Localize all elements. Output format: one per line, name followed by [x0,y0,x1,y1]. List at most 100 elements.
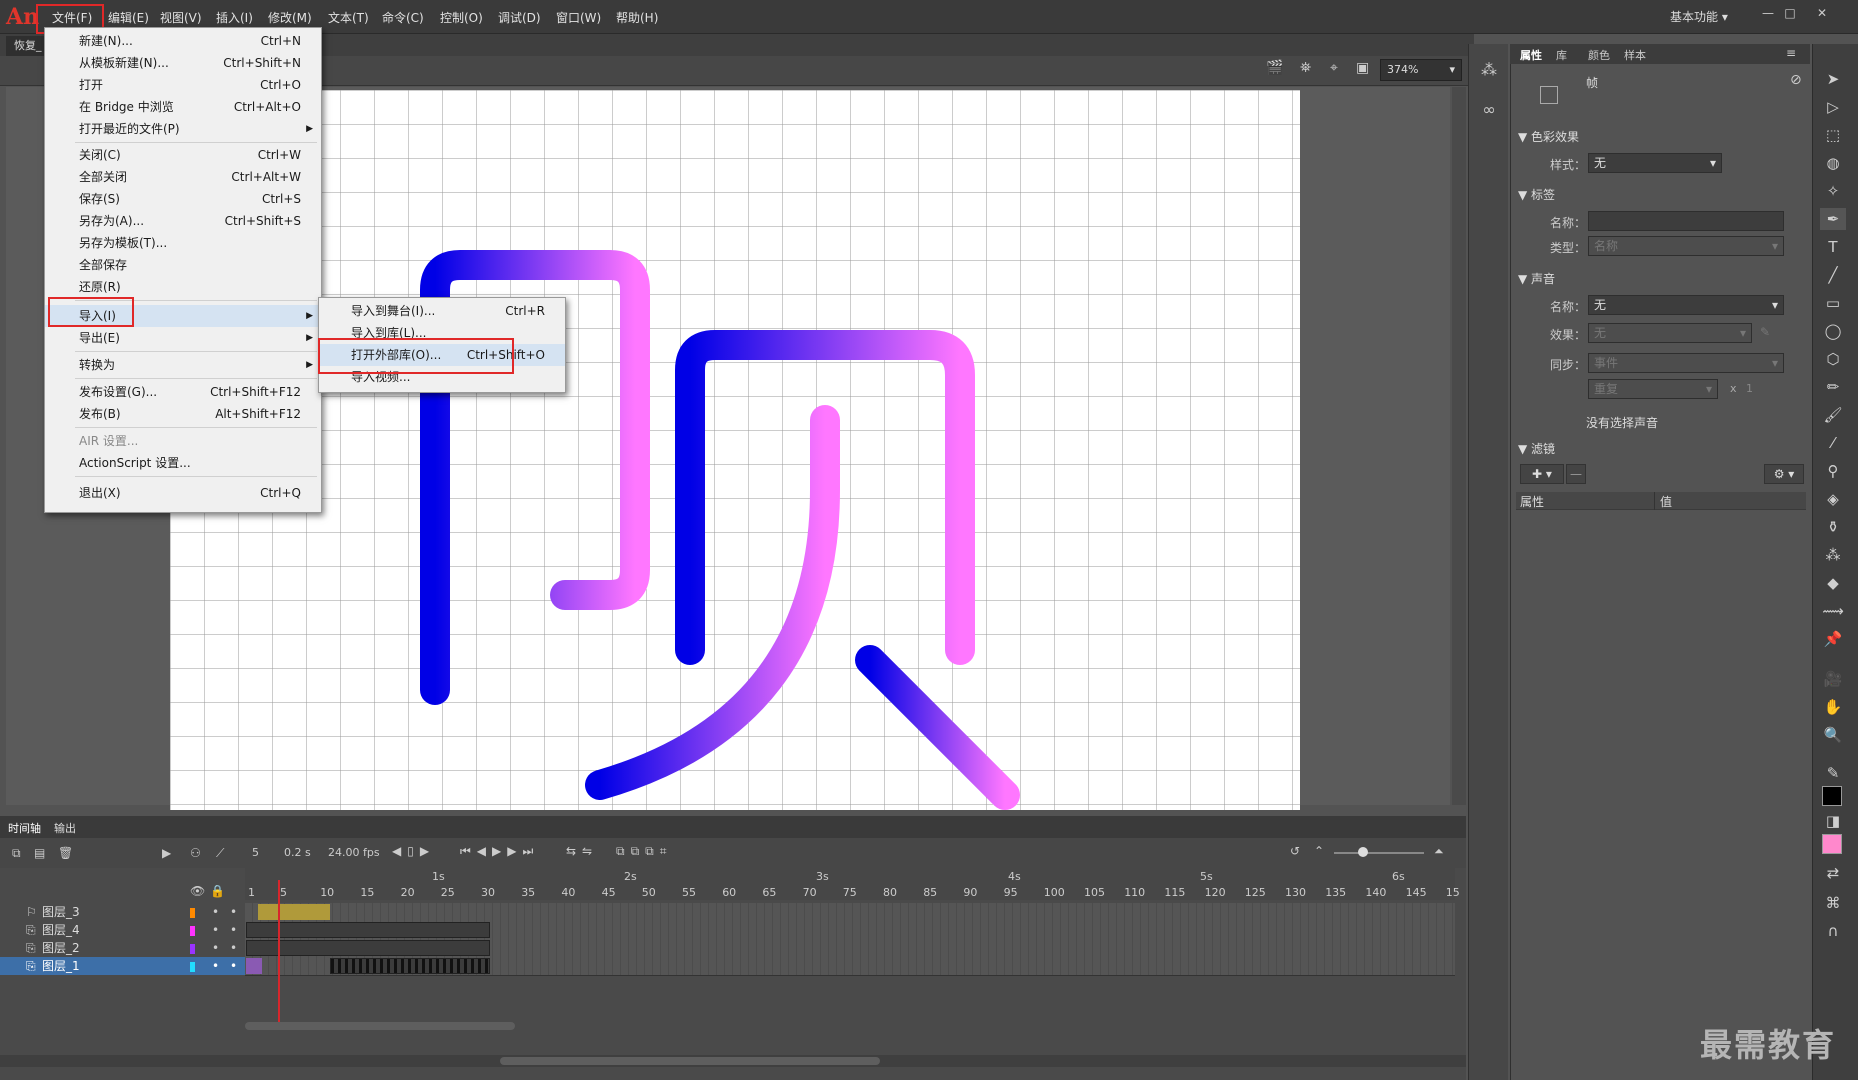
tab-properties[interactable]: 属性 [1520,47,1542,63]
layer-row[interactable]: ⎘ 图层_2 • • [0,939,245,957]
menu-item-browse-bridge[interactable]: 在 Bridge 中浏览 Ctrl+Alt+O [45,96,321,118]
layer-name[interactable]: 图层_4 [42,921,80,939]
remove-filter-button[interactable]: — [1566,464,1586,484]
menu-view[interactable]: 视图(V) [154,8,208,28]
menu-item-save[interactable]: 保存(S) Ctrl+S [45,188,321,210]
menu-item-close-all[interactable]: 全部关闭 Ctrl+Alt+W [45,166,321,188]
subselection-tool-icon[interactable]: ▷ [1820,96,1846,118]
eraser-tool-icon[interactable]: ◆ [1820,572,1846,594]
selection-tool-icon[interactable]: ➤ [1820,68,1846,90]
menu-item-publish-settings[interactable]: 发布设置(G)... Ctrl+Shift+F12 [45,381,321,403]
zoom-out-frames-icon[interactable]: ⌃ [1314,844,1324,858]
fill-color-swatch[interactable] [1822,834,1842,854]
add-filter-button[interactable]: ✚ ▾ [1520,464,1564,484]
menu-text[interactable]: 文本(T) [322,8,375,28]
snap-to-objects-icon[interactable]: ⌘ [1820,892,1846,914]
layer-parenting-icon[interactable]: ⚇ [190,846,201,860]
pen-tool-icon[interactable]: ✒ [1820,208,1846,230]
frame-name-input[interactable] [1588,211,1784,231]
current-frame[interactable]: 5 [252,846,259,859]
tab-output[interactable]: 输出 [54,820,76,836]
brush-tool-icon[interactable]: ⁄ [1820,432,1846,454]
section-label[interactable]: ▼ 标签 [1518,186,1555,203]
hand-tool-icon[interactable]: ✋ [1820,696,1846,718]
filter-options-button[interactable]: ⚙ ▾ [1764,464,1804,484]
frame-span[interactable] [246,940,490,956]
new-layer-icon[interactable]: ⧉ [12,846,21,861]
zoom-tool-icon[interactable]: 🔍 [1820,724,1846,746]
keyframes-span[interactable] [330,958,490,974]
frame-span[interactable] [246,922,490,938]
close-window-button[interactable]: ✕ [1810,4,1834,22]
center-stage-icon[interactable]: ⌖ [1330,60,1348,80]
camera-tool-icon[interactable]: 🎥 [1820,668,1846,690]
stage-h-scroll-thumb[interactable] [500,1057,880,1065]
paint-brush-tool-icon[interactable]: 🖌 [1820,404,1846,426]
new-folder-icon[interactable]: ▤ [34,846,45,860]
maximize-button[interactable]: □ [1778,4,1802,22]
tab-timeline[interactable]: 时间轴 [8,820,41,836]
clip-content-icon[interactable]: ▣ [1356,60,1374,80]
menu-item-import-to-stage[interactable]: 导入到舞台(I)... Ctrl+R [319,300,565,322]
menu-window[interactable]: 窗口(W) [550,8,607,28]
menu-item-open[interactable]: 打开 Ctrl+O [45,74,321,96]
paint-bucket-tool-icon[interactable]: ◈ [1820,488,1846,510]
menu-item-save-as-template[interactable]: 另存为模板(T)... [45,232,321,254]
sound-name-select[interactable]: 无 ▾ [1588,295,1784,315]
stroke-color-icon[interactable]: ✎ [1820,762,1846,784]
oval-tool-icon[interactable]: ◯ [1820,320,1846,342]
menu-item-new[interactable]: 新建(N)... Ctrl+N [45,30,321,52]
menu-commands[interactable]: 命令(C) [376,8,430,28]
menu-item-new-from-template[interactable]: 从模板新建(N)... Ctrl+Shift+N [45,52,321,74]
3d-rotation-tool-icon[interactable]: ◍ [1820,152,1846,174]
frame-zoom-slider[interactable] [1334,852,1424,854]
motion-presets-icon[interactable]: ⁂ [1478,60,1500,82]
swap-colors-icon[interactable]: ⇄ [1820,862,1846,884]
free-transform-tool-icon[interactable]: ⬚ [1820,124,1846,146]
keyframe-span[interactable] [246,958,262,974]
tab-library[interactable]: 库 [1556,47,1567,63]
show-hide-icon[interactable]: 👁 [190,884,205,898]
menu-help[interactable]: 帮助(H) [610,8,664,28]
cc-libraries-icon[interactable]: ∞ [1478,100,1500,122]
workspace-switcher[interactable]: 基本功能 ▾ [1670,8,1738,25]
menu-item-actionscript-settings[interactable]: ActionScript 设置... [45,452,321,474]
motion-tween-span[interactable] [258,904,330,920]
stage-canvas[interactable] [170,90,1300,810]
show-graph-icon[interactable]: ⟋ [216,846,224,861]
line-tool-icon[interactable]: ╱ [1820,264,1846,286]
pin-tool-icon[interactable]: 📌 [1820,628,1846,650]
clapper-icon[interactable]: 🎬 [1266,60,1284,80]
menu-item-export[interactable]: 导出(E) ▶ [45,327,321,349]
polystar-tool-icon[interactable]: ⬡ [1820,348,1846,370]
style-select[interactable]: 无 ▾ [1588,153,1722,173]
layer-row[interactable]: ⎘ 图层_4 • • [0,921,245,939]
section-sound[interactable]: ▼ 声音 [1518,270,1555,287]
menu-item-save-as[interactable]: 另存为(A)... Ctrl+Shift+S [45,210,321,232]
text-tool-icon[interactable]: T [1820,236,1846,258]
minimize-button[interactable]: — [1756,4,1780,22]
menu-item-exit[interactable]: 退出(X) Ctrl+Q [45,482,321,504]
layer-color[interactable] [190,944,195,954]
menu-item-close[interactable]: 关闭(C) Ctrl+W [45,144,321,166]
onion-skin-icon[interactable]: ⧉⧉⧉⌗ [616,844,672,859]
zoom-in-frames-icon[interactable]: ⏶ [1434,844,1444,859]
rectangle-tool-icon[interactable]: ▭ [1820,292,1846,314]
eyedropper-tool-icon[interactable]: ⁂ [1820,544,1846,566]
center-frame-icon[interactable]: ↺ [1290,844,1300,858]
tab-color[interactable]: 颜色 [1588,47,1610,63]
camera-icon[interactable]: ▶ [162,846,171,860]
ink-bottle-tool-icon[interactable]: ⚱ [1820,516,1846,538]
loop-icon[interactable]: ⇆⇋ [566,844,598,858]
menu-item-open-recent[interactable]: 打开最近的文件(P) ▶ [45,118,321,140]
menu-edit[interactable]: 编辑(E) [102,8,155,28]
playback-controls-icon[interactable]: ⏮◀▶▶⏭ [460,844,539,859]
help-icon[interactable]: ⊘ [1790,72,1802,88]
timeline-h-scrollbar[interactable] [245,1022,515,1030]
stroke-color-swatch[interactable] [1822,786,1842,806]
playhead[interactable] [278,880,280,1022]
zoom-select[interactable]: 374% ▾ [1380,59,1462,81]
document-tab[interactable]: 恢复_ [6,36,50,56]
layer-name[interactable]: 图层_1 [42,957,80,975]
layer-color[interactable] [190,908,195,918]
